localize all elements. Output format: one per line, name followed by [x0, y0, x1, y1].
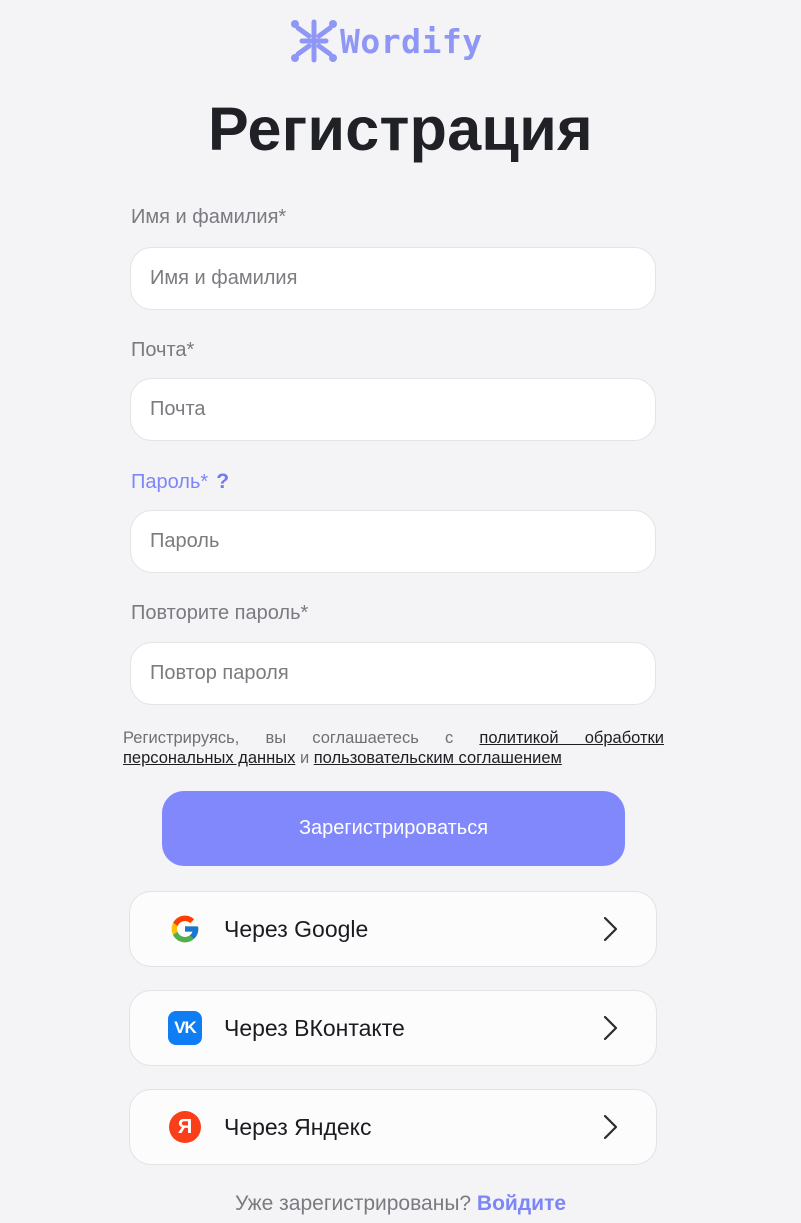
repeat-password-input[interactable] [130, 642, 656, 705]
yandex-login-button[interactable]: Я Через Яндекс [129, 1089, 657, 1165]
password-input[interactable] [130, 510, 656, 573]
google-login-label: Через Google [224, 915, 369, 942]
google-icon [167, 911, 203, 947]
register-button[interactable]: Зарегистрироваться [162, 791, 625, 866]
google-login-button[interactable]: Через Google [129, 891, 657, 967]
email-label-text: Почта* [131, 339, 195, 361]
logo[interactable]: Wordify [290, 18, 483, 64]
user-agreement-link[interactable]: пользовательским соглашением [314, 749, 562, 767]
yandex-login-label: Через Яндекс [224, 1113, 372, 1140]
password-label-text: Пароль* [131, 470, 209, 493]
login-prompt-text: Уже зарегистрированы? [234, 1192, 477, 1215]
vk-login-label: Через ВКонтакте [224, 1014, 405, 1041]
terms-text: Регистрируясь, вы соглашаетесь с политик… [123, 728, 664, 768]
page-title: Регистрация [208, 95, 593, 163]
yandex-icon: Я [169, 1111, 201, 1143]
repeat-password-label-text: Повторите пароль* [131, 602, 309, 624]
repeat-password-label: Повторите пароль* [131, 602, 308, 625]
registration-page: Wordify Регистрация Имя и фамилия* Почта… [0, 0, 801, 1223]
logo-text: Wordify [340, 21, 483, 61]
password-label: Пароль* ? [131, 470, 229, 494]
question-icon[interactable]: ? [216, 470, 229, 494]
name-label: Имя и фамилия* [131, 206, 286, 229]
email-label: Почта* [131, 339, 194, 362]
chevron-right-icon [603, 1015, 618, 1041]
name-input[interactable] [130, 247, 656, 310]
terms-prefix: Регистрируясь, вы соглашаетесь с [123, 729, 480, 747]
login-prompt: Уже зарегистрированы? Войдите [0, 1192, 801, 1216]
login-link[interactable]: Войдите [477, 1192, 566, 1215]
terms-conjunction: и [295, 749, 314, 767]
email-input[interactable] [130, 378, 656, 441]
name-label-text: Имя и фамилия* [131, 206, 287, 228]
chevron-right-icon [603, 916, 618, 942]
vk-icon-wrap: VK [167, 1010, 203, 1046]
logo-mark-icon [291, 19, 337, 63]
chevron-right-icon [603, 1114, 618, 1140]
vk-login-button[interactable]: VK Через ВКонтакте [129, 990, 657, 1066]
vk-icon: VK [168, 1011, 202, 1045]
yandex-icon-wrap: Я [167, 1109, 203, 1145]
